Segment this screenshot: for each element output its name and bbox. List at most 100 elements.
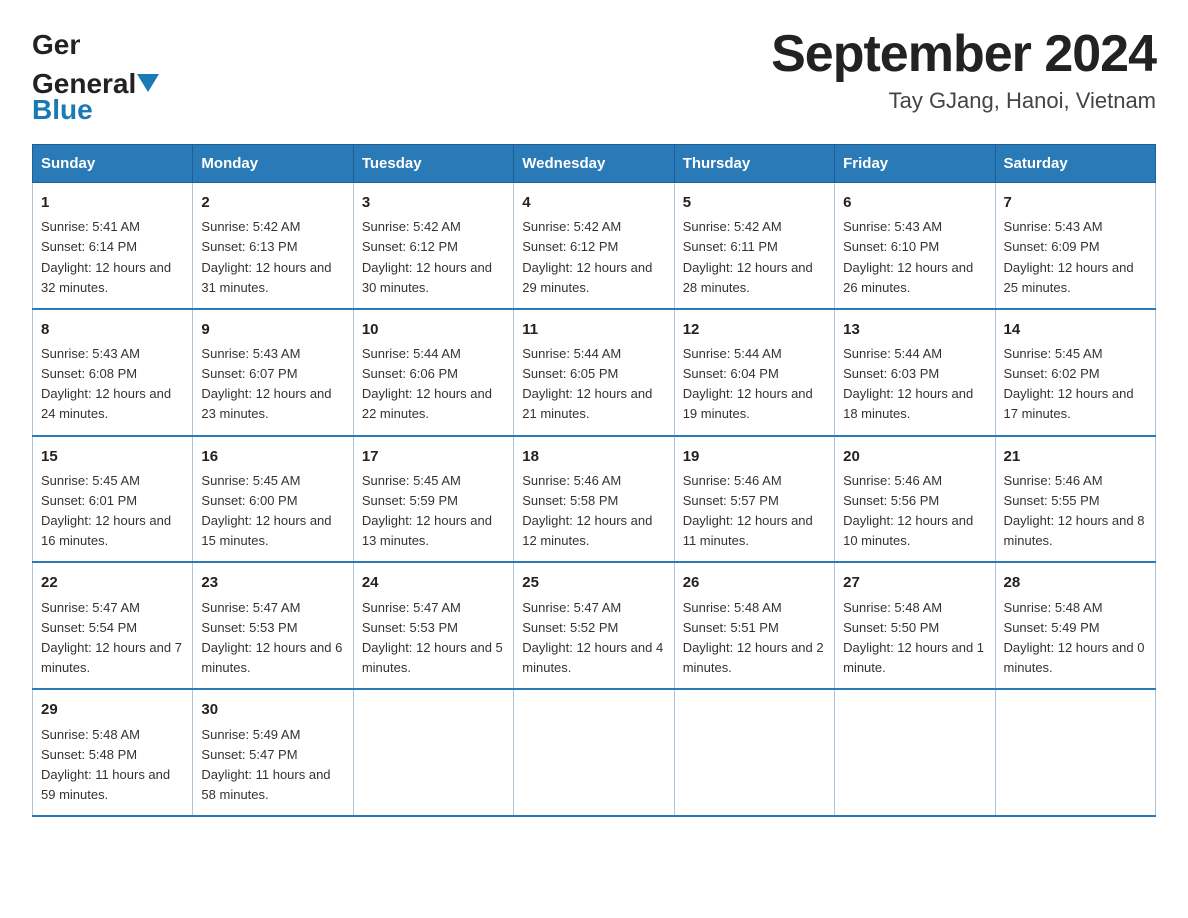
calendar-cell: 11 Sunrise: 5:44 AMSunset: 6:05 PMDayligh… — [514, 309, 674, 436]
day-number: 18 — [522, 445, 665, 468]
day-number: 29 — [41, 698, 184, 721]
day-number: 26 — [683, 571, 826, 594]
header-sunday: Sunday — [33, 145, 193, 183]
day-info: Sunrise: 5:44 AMSunset: 6:06 PMDaylight:… — [362, 344, 505, 425]
day-number: 27 — [843, 571, 986, 594]
calendar-cell — [514, 689, 674, 816]
calendar-cell: 19Sunrise: 5:46 AMSunset: 5:57 PMDayligh… — [674, 436, 834, 563]
day-info: Sunrise: 5:43 AMSunset: 6:08 PMDaylight:… — [41, 344, 184, 425]
week-row-5: 29 Sunrise: 5:48 AMSunset: 5:48 PMDayligh… — [33, 689, 1156, 816]
calendar-cell: 12Sunrise: 5:44 AMSunset: 6:04 PMDayligh… — [674, 309, 834, 436]
calendar-cell: 30 Sunrise: 5:49 AMSunset: 5:47 PMDayligh… — [193, 689, 353, 816]
day-info: Sunrise: 5:48 AMSunset: 5:48 PMDaylight:… — [41, 725, 184, 806]
day-number: 11 — [522, 318, 665, 341]
day-info: Sunrise: 5:45 AMSunset: 6:01 PMDaylight:… — [41, 471, 184, 552]
day-number: 23 — [201, 571, 344, 594]
day-info: Sunrise: 5:44 AMSunset: 6:05 PMDaylight:… — [522, 344, 665, 425]
logo: General — [32, 24, 80, 68]
logo-triangle-icon — [137, 74, 159, 96]
calendar-cell — [835, 689, 995, 816]
day-number: 20 — [843, 445, 986, 468]
calendar-cell: 6 Sunrise: 5:43 AMSunset: 6:10 PMDaylight… — [835, 183, 995, 309]
day-info: Sunrise: 5:46 AMSunset: 5:58 PMDaylight:… — [522, 471, 665, 552]
calendar-cell: 7 Sunrise: 5:43 AMSunset: 6:09 PMDaylight… — [995, 183, 1155, 309]
day-info: Sunrise: 5:45 AMSunset: 6:00 PMDaylight:… — [201, 471, 344, 552]
header-wednesday: Wednesday — [514, 145, 674, 183]
day-info: Sunrise: 5:47 AMSunset: 5:53 PMDaylight:… — [201, 598, 344, 679]
calendar-cell: 29 Sunrise: 5:48 AMSunset: 5:48 PMDayligh… — [33, 689, 193, 816]
location-title: Tay GJang, Hanoi, Vietnam — [771, 88, 1156, 114]
day-number: 8 — [41, 318, 184, 341]
calendar-cell: 3Sunrise: 5:42 AMSunset: 6:12 PMDaylight… — [353, 183, 513, 309]
calendar-cell: 25 Sunrise: 5:47 AMSunset: 5:52 PMDayligh… — [514, 562, 674, 689]
day-number: 25 — [522, 571, 665, 594]
calendar-cell: 4Sunrise: 5:42 AMSunset: 6:12 PMDaylight… — [514, 183, 674, 309]
day-number: 16 — [201, 445, 344, 468]
logo-area: General General Blue — [32, 24, 161, 126]
day-info: Sunrise: 5:47 AMSunset: 5:54 PMDaylight:… — [41, 598, 184, 679]
day-number: 17 — [362, 445, 505, 468]
calendar-cell: 28 Sunrise: 5:48 AMSunset: 5:49 PMDayligh… — [995, 562, 1155, 689]
day-info: Sunrise: 5:46 AMSunset: 5:55 PMDaylight:… — [1004, 471, 1147, 552]
calendar-cell: 8 Sunrise: 5:43 AMSunset: 6:08 PMDaylight… — [33, 309, 193, 436]
day-number: 6 — [843, 191, 986, 214]
day-number: 5 — [683, 191, 826, 214]
svg-text:General: General — [32, 29, 80, 60]
calendar-cell: 14Sunrise: 5:45 AMSunset: 6:02 PMDayligh… — [995, 309, 1155, 436]
day-info: Sunrise: 5:45 AMSunset: 5:59 PMDaylight:… — [362, 471, 505, 552]
calendar-cell: 13Sunrise: 5:44 AMSunset: 6:03 PMDayligh… — [835, 309, 995, 436]
day-number: 15 — [41, 445, 184, 468]
day-info: Sunrise: 5:48 AMSunset: 5:51 PMDaylight:… — [683, 598, 826, 679]
header-monday: Monday — [193, 145, 353, 183]
title-area: September 2024 Tay GJang, Hanoi, Vietnam — [771, 24, 1156, 114]
month-title: September 2024 — [771, 24, 1156, 84]
day-number: 7 — [1004, 191, 1147, 214]
calendar-cell: 17 Sunrise: 5:45 AMSunset: 5:59 PMDayligh… — [353, 436, 513, 563]
logo-blue-text: Blue — [32, 94, 93, 126]
day-info: Sunrise: 5:47 AMSunset: 5:52 PMDaylight:… — [522, 598, 665, 679]
header-saturday: Saturday — [995, 145, 1155, 183]
logo-icon: General — [32, 24, 80, 68]
day-number: 30 — [201, 698, 344, 721]
day-info: Sunrise: 5:43 AMSunset: 6:09 PMDaylight:… — [1004, 217, 1147, 298]
day-info: Sunrise: 5:42 AMSunset: 6:12 PMDaylight:… — [362, 217, 505, 298]
day-info: Sunrise: 5:46 AMSunset: 5:56 PMDaylight:… — [843, 471, 986, 552]
calendar-cell: 9Sunrise: 5:43 AMSunset: 6:07 PMDaylight… — [193, 309, 353, 436]
day-number: 10 — [362, 318, 505, 341]
calendar-cell: 27 Sunrise: 5:48 AMSunset: 5:50 PMDayligh… — [835, 562, 995, 689]
calendar-cell — [674, 689, 834, 816]
day-info: Sunrise: 5:42 AMSunset: 6:11 PMDaylight:… — [683, 217, 826, 298]
header-tuesday: Tuesday — [353, 145, 513, 183]
calendar-cell: 21 Sunrise: 5:46 AMSunset: 5:55 PMDayligh… — [995, 436, 1155, 563]
calendar-cell: 1Sunrise: 5:41 AMSunset: 6:14 PMDaylight… — [33, 183, 193, 309]
day-number: 13 — [843, 318, 986, 341]
day-info: Sunrise: 5:44 AMSunset: 6:04 PMDaylight:… — [683, 344, 826, 425]
day-info: Sunrise: 5:43 AMSunset: 6:07 PMDaylight:… — [201, 344, 344, 425]
day-number: 19 — [683, 445, 826, 468]
day-info: Sunrise: 5:42 AMSunset: 6:12 PMDaylight:… — [522, 217, 665, 298]
header-friday: Friday — [835, 145, 995, 183]
header-thursday: Thursday — [674, 145, 834, 183]
calendar-cell: 15 Sunrise: 5:45 AMSunset: 6:01 PMDayligh… — [33, 436, 193, 563]
day-info: Sunrise: 5:43 AMSunset: 6:10 PMDaylight:… — [843, 217, 986, 298]
day-info: Sunrise: 5:45 AMSunset: 6:02 PMDaylight:… — [1004, 344, 1147, 425]
calendar-cell: 26 Sunrise: 5:48 AMSunset: 5:51 PMDayligh… — [674, 562, 834, 689]
day-number: 21 — [1004, 445, 1147, 468]
week-row-4: 22Sunrise: 5:47 AMSunset: 5:54 PMDayligh… — [33, 562, 1156, 689]
calendar-cell: 20 Sunrise: 5:46 AMSunset: 5:56 PMDayligh… — [835, 436, 995, 563]
calendar-cell: 18 Sunrise: 5:46 AMSunset: 5:58 PMDayligh… — [514, 436, 674, 563]
page-header: General General Blue September 2024 Tay … — [32, 24, 1156, 126]
calendar-cell: 23 Sunrise: 5:47 AMSunset: 5:53 PMDayligh… — [193, 562, 353, 689]
day-number: 1 — [41, 191, 184, 214]
calendar-header-row: SundayMondayTuesdayWednesdayThursdayFrid… — [33, 145, 1156, 183]
day-number: 24 — [362, 571, 505, 594]
day-info: Sunrise: 5:48 AMSunset: 5:50 PMDaylight:… — [843, 598, 986, 679]
day-info: Sunrise: 5:49 AMSunset: 5:47 PMDaylight:… — [201, 725, 344, 806]
day-number: 28 — [1004, 571, 1147, 594]
calendar-cell: 16 Sunrise: 5:45 AMSunset: 6:00 PMDayligh… — [193, 436, 353, 563]
calendar-cell — [995, 689, 1155, 816]
day-info: Sunrise: 5:48 AMSunset: 5:49 PMDaylight:… — [1004, 598, 1147, 679]
calendar-table: SundayMondayTuesdayWednesdayThursdayFrid… — [32, 144, 1156, 817]
calendar-cell: 2Sunrise: 5:42 AMSunset: 6:13 PMDaylight… — [193, 183, 353, 309]
calendar-cell: 22Sunrise: 5:47 AMSunset: 5:54 PMDayligh… — [33, 562, 193, 689]
